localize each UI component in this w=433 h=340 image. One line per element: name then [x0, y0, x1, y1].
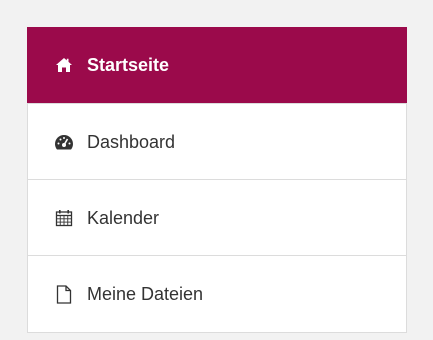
nav-item-label: Kalender [87, 207, 160, 228]
home-icon [53, 54, 75, 76]
nav-item-dashboard[interactable]: Dashboard [28, 104, 406, 180]
nav-item-label: Meine Dateien [87, 284, 204, 304]
sidebar-nav: Startseite Dashboard Kalender Meine Date… [27, 27, 407, 333]
calendar-icon [53, 207, 75, 229]
nav-item-label: Startseite [87, 55, 170, 75]
dashboard-icon [53, 131, 75, 153]
nav-item-label: Dashboard [87, 131, 176, 152]
nav-item-kalender[interactable]: Kalender [28, 180, 406, 256]
nav-item-startseite[interactable]: Startseite [27, 27, 407, 104]
nav-item-meine-dateien[interactable]: Meine Dateien [28, 256, 406, 332]
file-icon [53, 283, 75, 305]
